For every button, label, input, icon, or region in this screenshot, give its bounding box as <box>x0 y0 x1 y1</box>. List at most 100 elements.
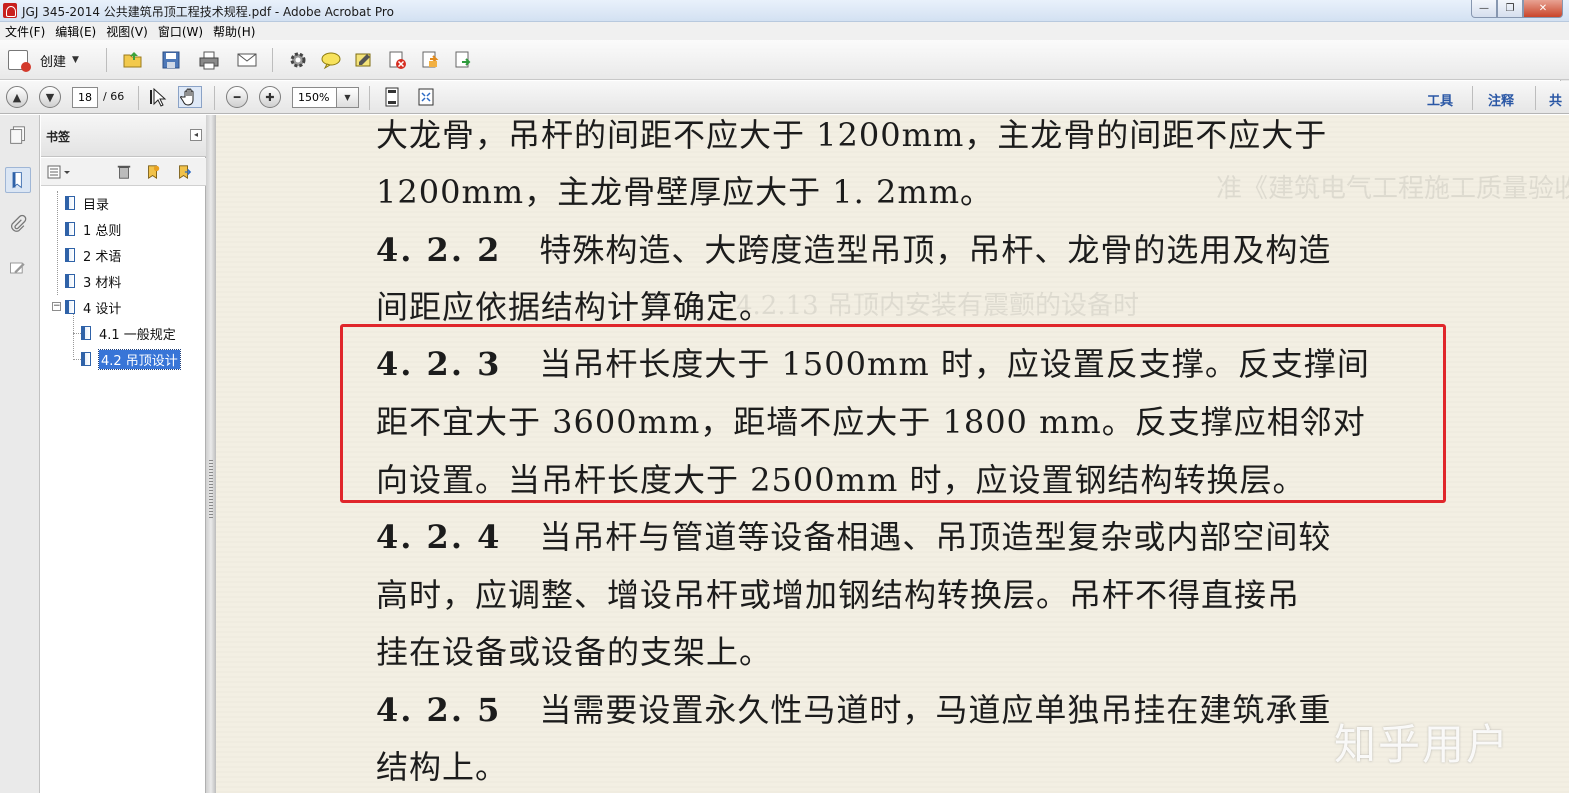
page-number-input[interactable]: 18 <box>72 87 98 108</box>
bookmark-icon <box>81 326 91 340</box>
open-folder-icon[interactable] <box>121 49 145 71</box>
zoom-level-input[interactable]: 150% <box>292 87 337 108</box>
line-text: 间距应依据结构计算确定。 <box>376 288 773 326</box>
watermark-text: 知乎用户 <box>1334 720 1511 769</box>
menu-file[interactable]: 文件(F) <box>0 23 50 40</box>
bookmark-item-contents[interactable]: 目录 <box>65 193 109 213</box>
red-highlight-box <box>340 324 1446 503</box>
window-controls: — ❐ ✕ <box>1471 0 1563 18</box>
title-bar: JGJ 345-2014 公共建筑吊顶工程技术规程.pdf - Adobe Ac… <box>0 0 1569 22</box>
bookmark-options-button[interactable] <box>46 163 72 181</box>
bookmark-item-general-rules[interactable]: 4.1 一般规定 <box>81 323 176 343</box>
bookmark-label: 4.2 吊顶设计 <box>98 348 181 370</box>
line-text: 当需要设置永久性马道时，马道应单独吊挂在建筑承重 <box>539 691 1332 729</box>
hand-tool-icon[interactable] <box>178 86 202 108</box>
doc-line: 1200mm，主龙骨壁厚应大于 1. 2mm。 <box>376 167 993 213</box>
email-icon[interactable] <box>235 49 259 71</box>
expand-bookmark-icon[interactable] <box>174 163 194 181</box>
bookmark-icon <box>65 196 75 210</box>
document-page[interactable]: 准《建筑电气工程施工质量验收规范》 4.2.13 吊顶内安装有震颤的设备时 大龙… <box>216 115 1569 793</box>
bookmarks-panel: 书签 ◂ 目录 1 总则 2 术语 3 材料 − 4 设计 4.1 一般规定 4… <box>41 115 206 793</box>
arrow-up-icon: ▲ <box>12 90 22 104</box>
delete-bookmark-icon[interactable] <box>114 163 134 181</box>
tree-guide-line <box>73 333 81 334</box>
save-icon[interactable] <box>159 49 183 71</box>
signatures-icon[interactable] <box>5 255 31 281</box>
collapse-panel-button[interactable]: ◂ <box>190 129 202 141</box>
full-screen-icon[interactable] <box>414 86 438 108</box>
zoom-in-button[interactable]: ✚ <box>259 86 281 108</box>
share-icon[interactable] <box>451 49 475 71</box>
bookmarks-toolbar <box>41 158 206 186</box>
toolbar-divider <box>369 86 370 110</box>
arrow-down-icon: ▼ <box>45 90 55 104</box>
print-icon[interactable] <box>197 49 221 71</box>
create-label: 创建 <box>40 54 67 70</box>
next-page-button[interactable]: ▼ <box>39 86 61 108</box>
bookmark-item-terms[interactable]: 2 术语 <box>65 245 121 265</box>
menu-help[interactable]: 帮助(H) <box>208 23 260 40</box>
chevron-down-icon: ▼ <box>344 93 351 102</box>
page-thumbnails-icon[interactable] <box>5 123 31 149</box>
line-text: 大龙骨，吊杆的间距不应大于 1200mm，主龙骨的间距不应大于 <box>376 116 1328 154</box>
section-number: 4. 2. 2 <box>376 231 502 269</box>
menu-edit[interactable]: 编辑(E) <box>50 23 101 40</box>
doc-line: 挂在设备或设备的支架上。 <box>376 627 772 673</box>
doc-line: 间距应依据结构计算确定。 <box>376 282 772 328</box>
doc-line: 大龙骨，吊杆的间距不应大于 1200mm，主龙骨的间距不应大于 <box>376 115 1327 156</box>
minus-icon: ━ <box>233 90 241 104</box>
tree-guide-line <box>57 191 58 295</box>
bookmark-item-general[interactable]: 1 总则 <box>65 219 121 239</box>
comment-bubble-icon[interactable] <box>319 49 343 71</box>
zoom-dropdown-button[interactable]: ▼ <box>337 87 359 108</box>
settings-gear-icon[interactable] <box>286 49 310 71</box>
doc-line: 4. 2. 5 当需要设置永久性马道时，马道应单独吊挂在建筑承重 <box>376 685 1331 731</box>
new-bookmark-icon[interactable] <box>143 163 163 181</box>
bleed-through-text: 准《建筑电气工程施工质量验收规范》 <box>1216 174 1569 204</box>
splitter-grip[interactable] <box>209 460 213 520</box>
toolbar-divider <box>272 48 273 72</box>
bookmarks-header: 书签 ◂ <box>41 115 206 157</box>
bookmark-label: 4 设计 <box>83 301 122 317</box>
acrobat-app-icon <box>3 3 17 18</box>
share-pane-link[interactable]: 共 <box>1549 90 1562 109</box>
menu-view[interactable]: 视图(V) <box>101 23 153 40</box>
delete-page-icon[interactable] <box>385 49 409 71</box>
navigation-pane-strip <box>0 115 40 793</box>
doc-line: 4. 2. 2 特殊构造、大跨度造型吊顶，吊杆、龙骨的选用及构造 <box>376 225 1331 271</box>
fit-page-icon[interactable] <box>380 86 404 108</box>
collapse-tree-toggle[interactable]: − <box>52 302 61 311</box>
toolbar-divider <box>1472 86 1473 110</box>
previous-page-button[interactable]: ▲ <box>6 86 28 108</box>
bookmark-item-ceiling-design[interactable]: 4.2 吊顶设计 <box>81 348 181 370</box>
navigation-toolbar: ▲ ▼ 18 / 66 ━ ✚ 150% ▼ 工具 注释 共 <box>0 81 1569 114</box>
bookmark-item-design[interactable]: 4 设计 <box>65 297 121 317</box>
attachments-paperclip-icon[interactable] <box>5 211 31 237</box>
chevron-down-icon: ▼ <box>72 55 79 65</box>
line-text: 挂在设备或设备的支架上。 <box>376 633 773 671</box>
close-button[interactable]: ✕ <box>1523 0 1563 18</box>
line-text: 高时，应调整、增设吊杆或增加钢结构转换层。吊杆不得直接吊 <box>376 576 1301 614</box>
sign-icon[interactable] <box>352 49 376 71</box>
bookmark-item-materials[interactable]: 3 材料 <box>65 271 121 291</box>
create-button[interactable]: 创建 ▼ <box>8 49 79 72</box>
bookmark-icon <box>65 222 75 236</box>
section-number: 4. 2. 4 <box>376 518 502 556</box>
pane-splitter[interactable] <box>206 115 216 793</box>
section-number: 4. 2. 5 <box>376 691 502 729</box>
menu-window[interactable]: 窗口(W) <box>153 23 208 40</box>
comment-pane-link[interactable]: 注释 <box>1488 90 1514 109</box>
export-icon[interactable] <box>418 49 442 71</box>
tools-pane-link[interactable]: 工具 <box>1427 90 1453 109</box>
line-text: 1200mm，主龙骨壁厚应大于 1. 2mm。 <box>376 173 994 211</box>
menu-bar: 文件(F) 编辑(E) 视图(V) 窗口(W) 帮助(H) <box>0 22 1569 40</box>
restore-button[interactable]: ❐ <box>1497 0 1523 18</box>
bookmark-label: 3 材料 <box>83 275 122 291</box>
tree-guide-line <box>73 359 81 360</box>
bookmark-icon <box>65 300 75 314</box>
bookmarks-panel-icon[interactable] <box>5 167 31 193</box>
zoom-out-button[interactable]: ━ <box>226 86 248 108</box>
select-tool-icon[interactable] <box>147 86 171 108</box>
bookmark-icon <box>65 248 75 262</box>
minimize-button[interactable]: — <box>1471 0 1497 18</box>
